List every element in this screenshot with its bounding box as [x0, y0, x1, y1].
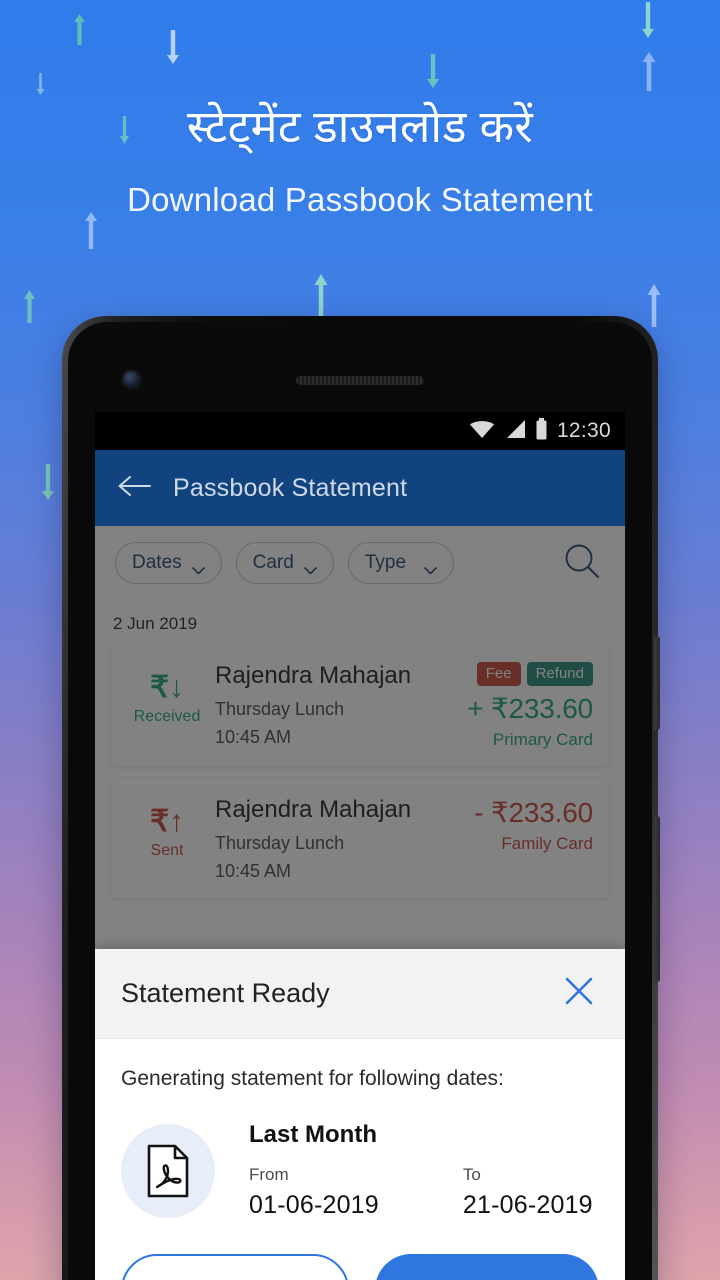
phone-mockup: 12:30 Passbook Statement Dates Card Type…: [62, 316, 660, 1280]
filter-chip-type-label: Type: [364, 552, 407, 573]
share-button[interactable]: SHARE: [121, 1254, 349, 1280]
arrow-up-icon: [22, 288, 37, 324]
table-row[interactable]: ₹↑ Sent Rajendra Mahajan Thursday Lunch …: [111, 778, 609, 898]
status-bar: 12:30: [95, 412, 625, 450]
transaction-name: Rajendra Mahajan: [215, 796, 412, 823]
transaction-time: 10:45 AM: [215, 861, 292, 881]
statement-ready-sheet: Statement Ready Generating statement for…: [95, 949, 625, 1280]
filter-chip-dates-label: Dates: [132, 552, 182, 573]
rupee-down-icon: ₹↓: [149, 671, 185, 704]
arrow-up-icon: [645, 282, 663, 328]
page-title: Passbook Statement: [173, 473, 408, 502]
date-range-title: Last Month: [249, 1121, 377, 1148]
chevron-down-icon: [424, 559, 437, 575]
transaction-badges: Fee Refund: [433, 662, 593, 686]
date-range-row: Last Month From 01-06-2019 To 21-06-2019: [121, 1121, 599, 1220]
from-value: 01-06-2019: [249, 1191, 379, 1219]
signal-icon: [504, 419, 526, 444]
to-value: 21-06-2019: [462, 1191, 593, 1219]
transaction-amount: + ₹233.60: [467, 693, 593, 724]
transaction-name: Rajendra Mahajan: [215, 662, 412, 689]
phone-volume-button[interactable]: [654, 816, 660, 982]
phone-power-button[interactable]: [654, 636, 660, 730]
chevron-down-icon: [304, 559, 317, 575]
date-range-to: To 21-06-2019: [463, 1165, 593, 1220]
back-arrow-icon[interactable]: [117, 474, 151, 503]
filter-chip-card-label: Card: [252, 552, 294, 573]
from-label: From: [249, 1165, 289, 1184]
arrow-up-icon: [72, 12, 87, 46]
arrow-up-icon: [312, 272, 330, 318]
phone-screen: 12:30 Passbook Statement Dates Card Type…: [95, 412, 625, 1280]
transaction-card: Family Card: [501, 834, 593, 853]
filter-chip-card[interactable]: Card: [235, 542, 334, 584]
arrow-down-icon: [165, 28, 181, 66]
transaction-card: Primary Card: [492, 730, 593, 749]
status-bar-clock: 12:30: [556, 419, 611, 442]
transaction-direction-label: Received: [133, 708, 201, 725]
promo-screenshot: स्टेट्मेंट डाउनलोड करें Download Passboo…: [0, 0, 720, 1280]
sheet-subtitle: Generating statement for following dates…: [121, 1067, 504, 1090]
to-label: To: [462, 1165, 481, 1184]
download-button[interactable]: DOWNLOAD: [375, 1254, 599, 1280]
filter-bar: Dates Card Type: [95, 526, 625, 600]
rupee-up-icon: ₹↑: [149, 805, 185, 838]
sheet-title: Statement Ready: [121, 978, 330, 1008]
arrow-down-icon: [640, 0, 656, 40]
status-badge: Refund: [526, 662, 593, 686]
transaction-note: Thursday Lunch: [215, 833, 345, 853]
transaction-time: 10:45 AM: [215, 727, 292, 747]
headline-english: Download Passbook Statement: [127, 181, 593, 218]
promo-headline: स्टेट्मेंट डाउनलोड करें Download Passboo…: [0, 96, 720, 220]
transaction-direction-label: Sent: [150, 842, 184, 859]
wifi-icon: [469, 419, 495, 444]
search-icon[interactable]: [563, 542, 601, 585]
battery-icon: [535, 417, 548, 445]
transaction-list: 2 Jun 2019 ₹↓ Received Rajendra Mahajan …: [95, 600, 625, 914]
phone-bezel-top: [95, 327, 625, 412]
arrow-down-icon: [40, 462, 56, 502]
transaction-note: Thursday Lunch: [215, 699, 345, 719]
transaction-direction: ₹↓ Received: [119, 660, 215, 726]
earpiece-speaker: [296, 376, 424, 385]
transaction-date-header: 2 Jun 2019: [113, 614, 198, 633]
front-camera-icon: [123, 371, 140, 388]
arrow-down-icon: [35, 72, 46, 96]
arrow-up-icon: [640, 50, 658, 92]
table-row[interactable]: ₹↓ Received Rajendra Mahajan Thursday Lu…: [111, 644, 609, 766]
status-badge: Fee: [476, 662, 521, 686]
date-range-from: From 01-06-2019: [249, 1165, 379, 1220]
headline-hindi: स्टेट्मेंट डाउनलोड करें: [186, 101, 534, 152]
arrow-down-icon: [425, 52, 441, 90]
filter-chip-type[interactable]: Type: [347, 542, 455, 584]
sheet-actions: SHARE DOWNLOAD: [95, 1220, 625, 1280]
close-icon[interactable]: [559, 971, 599, 1016]
app-bar: Passbook Statement: [95, 450, 625, 526]
transaction-amount: - ₹233.60: [474, 797, 593, 828]
chevron-down-icon: [191, 559, 205, 575]
transaction-direction: ₹↑ Sent: [119, 794, 215, 860]
pdf-file-icon: [121, 1123, 215, 1218]
sheet-body: Generating statement for following dates…: [95, 1039, 625, 1220]
sheet-header: Statement Ready: [95, 949, 625, 1039]
filter-chip-dates[interactable]: Dates: [115, 542, 222, 584]
